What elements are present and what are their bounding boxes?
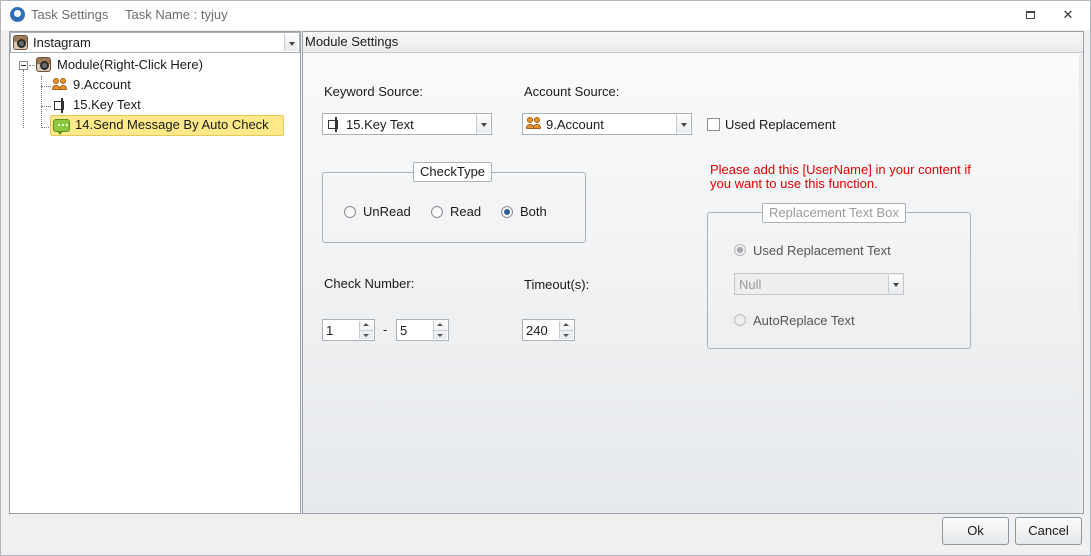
task-settings-window: Task Settings Task Name : tyjuy ✕ Instag…	[0, 0, 1091, 556]
timeout-label: Timeout(s):	[524, 277, 590, 292]
tree-line	[41, 106, 51, 107]
used-replacement-checkbox[interactable]	[707, 118, 720, 131]
replacement-group-title: Replacement Text Box	[762, 203, 906, 223]
chevron-down-icon[interactable]	[476, 115, 490, 133]
module-settings-panel: Module Settings Keyword Source: 15.Key T…	[302, 31, 1084, 514]
keyword-source-value: 15.Key Text	[346, 117, 414, 132]
chevron-down-icon[interactable]	[676, 115, 690, 133]
platform-select[interactable]: Instagram	[10, 32, 300, 53]
window-title: Task Settings	[31, 7, 109, 22]
tree-line	[41, 86, 51, 87]
app-logo-icon	[10, 7, 25, 22]
radio-both-label: Both	[520, 204, 547, 219]
key-text-icon	[52, 98, 68, 113]
tree-collapse-icon[interactable]	[19, 61, 28, 70]
platform-select-value: Instagram	[33, 35, 91, 50]
title-bar: Task Settings Task Name : tyjuy ✕	[1, 1, 1090, 30]
account-source-select[interactable]: 9.Account	[522, 113, 692, 135]
check-number-min-value: 1	[326, 323, 334, 338]
auto-replace-label: AutoReplace Text	[753, 313, 855, 328]
close-button[interactable]: ✕	[1060, 7, 1076, 23]
instagram-icon	[13, 35, 28, 50]
close-icon: ✕	[1062, 7, 1074, 22]
tree-line	[23, 70, 24, 128]
cancel-button[interactable]: Cancel	[1015, 517, 1082, 545]
replacement-note: Please add this [UserName] in your conte…	[710, 162, 971, 191]
chevron-down-icon[interactable]	[284, 34, 298, 51]
used-replacement-text-label: Used Replacement Text	[753, 243, 891, 258]
tree-item-key-text[interactable]: 15.Key Text	[73, 97, 141, 112]
radio-read[interactable]	[431, 206, 443, 218]
tree-item-account[interactable]: 9.Account	[73, 77, 131, 92]
checktype-title: CheckType	[413, 162, 493, 182]
radio-both[interactable]	[501, 206, 513, 218]
range-separator: -	[383, 322, 388, 337]
check-number-min-spinner[interactable]: 1	[322, 319, 375, 341]
check-number-max-value: 5	[400, 323, 408, 338]
scrollbar[interactable]	[1079, 54, 1083, 513]
radio-unread-label: UnRead	[363, 204, 411, 219]
account-source-label: Account Source:	[524, 84, 620, 99]
used-replacement-label: Used Replacement	[725, 117, 836, 132]
check-number-label: Check Number:	[324, 276, 415, 291]
tree-line	[41, 76, 42, 128]
task-name: Task Name : tyjuy	[125, 7, 228, 22]
panel-title: Module Settings	[305, 34, 399, 49]
check-number-max-spinner[interactable]: 5	[396, 319, 449, 341]
panel-header: Module Settings	[303, 32, 1083, 53]
radio-used-replacement-text[interactable]	[734, 244, 746, 256]
account-source-value: 9.Account	[546, 117, 604, 132]
people-icon	[526, 117, 542, 131]
radio-auto-replace[interactable]	[734, 314, 746, 326]
restore-icon	[1026, 11, 1035, 19]
people-icon	[52, 78, 68, 92]
key-text-icon	[326, 117, 342, 132]
tree-root-label[interactable]: Module(Right-Click Here)	[57, 57, 203, 72]
ok-button[interactable]: Ok	[942, 517, 1009, 545]
instagram-icon	[36, 57, 51, 72]
replacement-text-select[interactable]: Null	[734, 273, 904, 295]
chevron-down-icon[interactable]	[888, 275, 902, 293]
keyword-source-label: Keyword Source:	[324, 84, 423, 99]
restore-button[interactable]	[1022, 7, 1038, 23]
tree-item-send-message-label: 14.Send Message By Auto Check	[75, 117, 269, 132]
radio-unread[interactable]	[344, 206, 356, 218]
tree-line	[29, 65, 35, 66]
module-tree-panel: Instagram Module(Right-Click Here) 9.Acc…	[9, 31, 301, 514]
radio-read-label: Read	[450, 204, 482, 219]
replacement-text-value: Null	[739, 277, 762, 292]
message-icon	[53, 115, 70, 135]
keyword-source-select[interactable]: 15.Key Text	[322, 113, 492, 135]
timeout-value: 240	[526, 323, 548, 338]
timeout-spinner[interactable]: 240	[522, 319, 575, 341]
